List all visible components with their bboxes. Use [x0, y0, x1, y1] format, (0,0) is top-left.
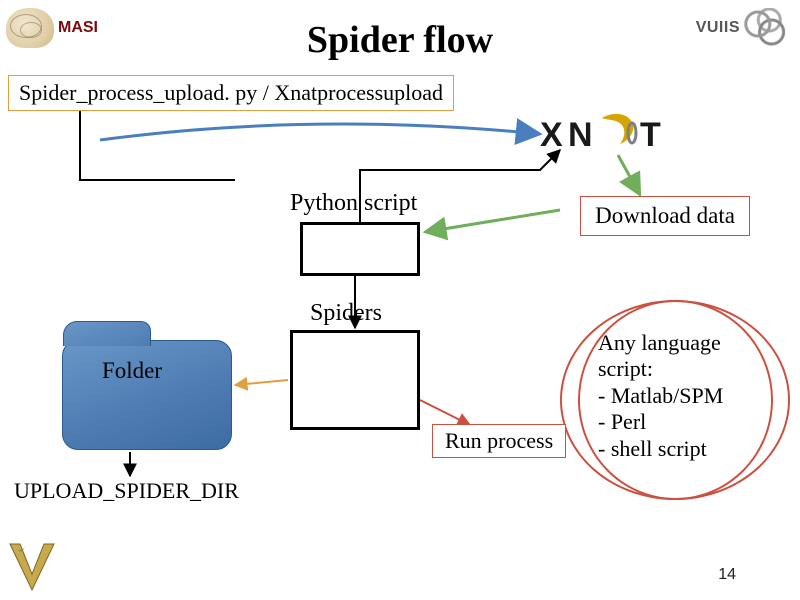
masi-logo: MASI	[6, 8, 98, 48]
python-script-box	[300, 222, 420, 276]
any-language-line3: - Matlab/SPM	[598, 383, 723, 409]
spiders-label: Spiders	[310, 300, 382, 327]
vuiis-logo-text: VUIIS	[696, 19, 740, 37]
masi-logo-text: MASI	[58, 19, 98, 37]
file-script-box: Spider_process_upload. py / Xnatprocessu…	[8, 75, 454, 111]
folder-label: Folder	[102, 358, 162, 384]
python-script-label: Python script	[290, 190, 417, 217]
download-data-box: Download data	[580, 196, 750, 236]
svg-text:T: T	[640, 116, 661, 154]
run-process-box: Run process	[432, 424, 566, 458]
upload-spider-dir-label: UPLOAD_SPIDER_DIR	[14, 478, 239, 504]
any-language-line1: Any language	[598, 330, 723, 356]
any-language-line4: - Perl	[598, 409, 723, 435]
vuiis-logo: VUIIS	[696, 8, 790, 48]
any-language-line2: script:	[598, 356, 723, 382]
spiders-box	[290, 330, 420, 430]
svg-text:X: X	[540, 116, 563, 154]
any-language-note: Any language script: - Matlab/SPM - Perl…	[598, 330, 723, 462]
knot-icon	[744, 8, 790, 48]
page-title: Spider flow	[307, 18, 493, 62]
vanderbilt-v-logo	[6, 538, 58, 594]
any-language-line5: - shell script	[598, 436, 723, 462]
svg-text:N: N	[568, 116, 593, 154]
brain-icon	[6, 8, 54, 48]
page-number: 14	[718, 566, 736, 584]
xnat-logo: X N T	[540, 110, 670, 155]
folder-shape	[62, 340, 232, 450]
